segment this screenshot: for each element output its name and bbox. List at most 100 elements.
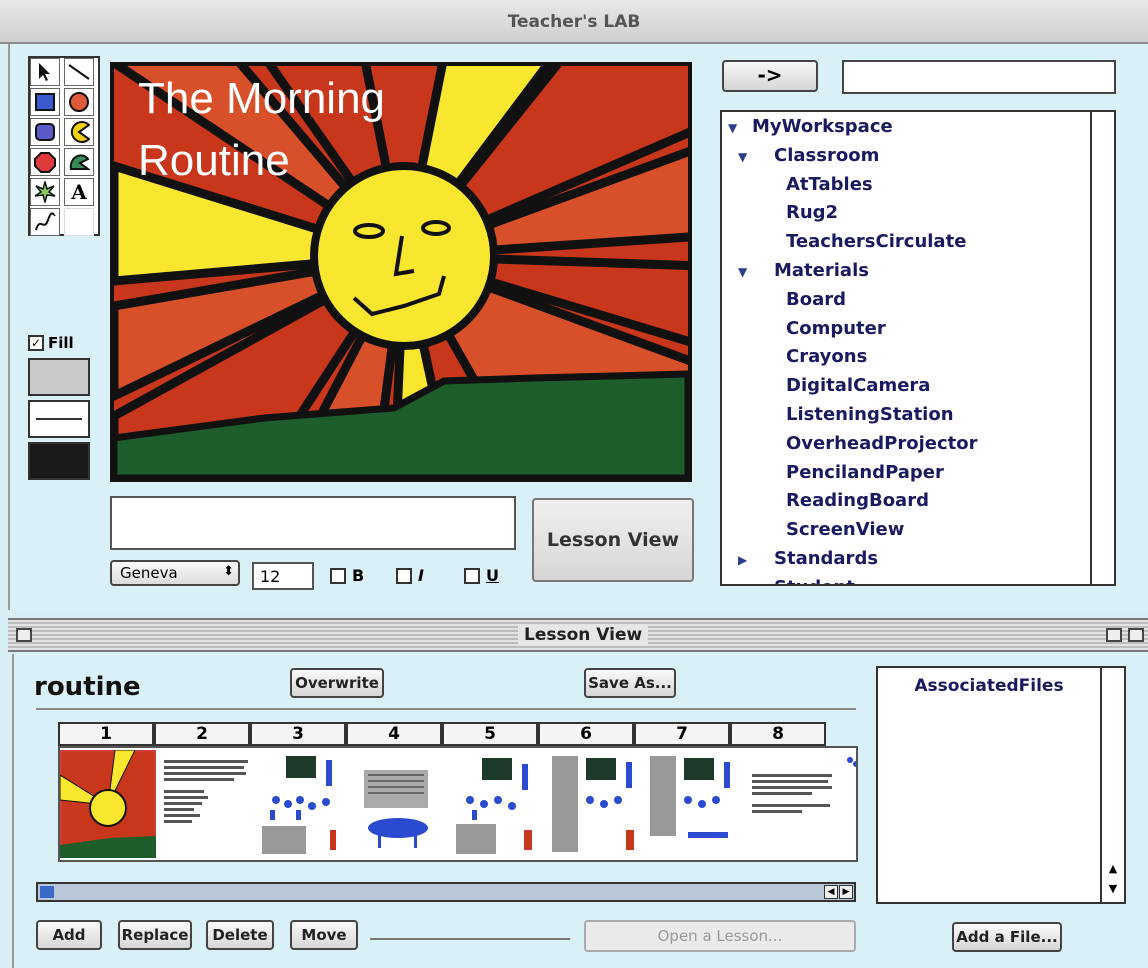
overwrite-button[interactable]: Overwrite [290, 668, 384, 698]
line-style-swatch[interactable] [28, 400, 90, 438]
tree-item[interactable]: Rug2 [786, 202, 838, 223]
oval-tool-icon[interactable] [64, 88, 94, 116]
slide-thumbnail[interactable] [60, 748, 158, 860]
italic-option[interactable]: I [396, 566, 424, 585]
tree-item[interactable]: TeachersCirculate [786, 231, 966, 252]
polygon-tool-icon[interactable] [30, 148, 60, 176]
tree-item[interactable]: Computer [786, 318, 886, 339]
empty-tool-slot [64, 208, 94, 236]
underline-option[interactable]: U [464, 566, 499, 585]
bold-checkbox[interactable] [330, 567, 346, 584]
tree-item[interactable]: ▶ Standards [738, 548, 878, 569]
slide-number[interactable]: 4 [346, 722, 442, 746]
associated-files-scrollbar[interactable]: ▲ ▼ [1100, 668, 1124, 902]
filmstrip-scrollbar[interactable]: ◀ ▶ [36, 882, 856, 902]
slide-thumbnail[interactable] [844, 750, 856, 858]
delete-button[interactable]: Delete [206, 920, 274, 950]
associated-files-list[interactable]: AssociatedFiles ▲ ▼ [876, 666, 1126, 904]
save-as-button[interactable]: Save As... [584, 668, 676, 698]
tree-item-label: PencilandPaper [786, 461, 944, 483]
scroll-thumb[interactable] [40, 886, 54, 898]
workspace-tree[interactable]: ▼ MyWorkspace ▼ Classroom AtTables Rug2 Teache… [720, 110, 1116, 586]
zoom-box-icon[interactable] [1106, 628, 1122, 642]
slide-number[interactable]: 6 [538, 722, 634, 746]
fill-toggle[interactable]: ✓ Fill [28, 334, 74, 352]
expanded-triangle-icon[interactable]: ▼ [728, 121, 752, 135]
tree-item[interactable]: ListeningStation [786, 404, 954, 425]
font-select[interactable]: Geneva ⬍ [110, 560, 240, 586]
stroke-color-swatch[interactable] [28, 442, 90, 480]
slide-thumbnail[interactable] [452, 750, 548, 858]
tree-item[interactable]: ▼ Classroom [738, 145, 879, 166]
scroll-left-icon[interactable]: ◀ [824, 885, 838, 899]
tree-item[interactable]: Board [786, 289, 846, 310]
rectangle-tool-icon[interactable] [30, 88, 60, 116]
slide-number[interactable]: 1 [58, 722, 154, 746]
slide-filmstrip[interactable] [58, 746, 858, 862]
lesson-view-titlebar[interactable]: Lesson View [8, 618, 1148, 652]
open-lesson-button[interactable]: Open a Lesson... [584, 920, 856, 952]
slide-number[interactable]: 5 [442, 722, 538, 746]
slide-text-field[interactable] [110, 496, 516, 550]
tree-scrollbar[interactable] [1090, 112, 1114, 584]
italic-checkbox[interactable] [396, 567, 412, 584]
expanded-triangle-icon[interactable]: ▼ [738, 150, 762, 164]
tree-item[interactable]: ReadingBoard [786, 490, 929, 511]
tree-item-label: TeachersCirculate [786, 231, 967, 253]
add-button[interactable]: Add [36, 920, 102, 950]
tree-item[interactable]: DigitalCamera [786, 375, 930, 396]
lesson-view-button[interactable]: Lesson View [532, 498, 694, 582]
add-file-button[interactable]: Add a File... [952, 922, 1062, 952]
lesson-name: routine [34, 672, 141, 702]
divider [36, 708, 856, 710]
slide-thumbnail[interactable] [746, 750, 842, 858]
collapse-box-icon[interactable] [1128, 628, 1144, 642]
slide-number[interactable]: 2 [154, 722, 250, 746]
slide-thumbnail[interactable] [158, 750, 254, 858]
go-button[interactable]: -> [722, 60, 818, 92]
title-bar[interactable]: Teacher's LAB [0, 0, 1148, 44]
curve-tool-icon[interactable] [30, 208, 60, 236]
font-size-field[interactable]: 12 [252, 562, 314, 590]
slide-number[interactable]: 3 [250, 722, 346, 746]
tree-item[interactable]: Student [738, 577, 855, 584]
scroll-down-icon[interactable]: ▼ [1104, 882, 1122, 900]
drawing-canvas[interactable]: The Morning Routine [110, 62, 692, 482]
slide-thumbnail[interactable] [256, 750, 352, 858]
tree-item[interactable]: AtTables [786, 174, 873, 195]
text-tool-icon[interactable]: A [64, 178, 94, 206]
arc-tool-icon[interactable] [64, 118, 94, 146]
line-tool-icon[interactable] [64, 58, 94, 86]
slide-number[interactable]: 8 [730, 722, 826, 746]
move-button[interactable]: Move [290, 920, 358, 950]
path-field[interactable] [842, 60, 1116, 94]
slide-number-header: 1 2 3 4 5 6 7 8 [58, 722, 858, 746]
tree-item[interactable]: Crayons [786, 346, 867, 367]
slide-number[interactable]: 7 [634, 722, 730, 746]
tree-item[interactable]: ▼ MyWorkspace [728, 116, 893, 137]
tree-item-label: Computer [786, 317, 886, 339]
lesson-view-body: routine Overwrite Save As... 1 2 3 4 5 6… [12, 654, 1148, 968]
close-box-icon[interactable] [16, 628, 32, 642]
tree-item[interactable]: OverheadProjector [786, 433, 978, 454]
collapsed-triangle-icon[interactable]: ▶ [738, 553, 762, 567]
bold-option[interactable]: B [330, 566, 364, 585]
expanded-triangle-icon[interactable]: ▼ [738, 265, 762, 279]
fill-checkbox[interactable]: ✓ [28, 335, 44, 351]
tree-item[interactable]: PencilandPaper [786, 462, 944, 483]
arrow-select-icon[interactable] [30, 58, 60, 86]
slide-thumbnail[interactable] [354, 750, 450, 858]
scroll-right-icon[interactable]: ▶ [839, 885, 853, 899]
freeform-shape-tool-icon[interactable] [64, 148, 94, 176]
scroll-up-icon[interactable]: ▲ [1104, 862, 1122, 880]
underline-checkbox[interactable] [464, 567, 480, 584]
starburst-tool-icon[interactable] [30, 178, 60, 206]
slide-thumbnail[interactable] [550, 750, 646, 858]
slide-thumbnail[interactable] [648, 750, 744, 858]
rounded-rect-tool-icon[interactable] [30, 118, 60, 146]
replace-button[interactable]: Replace [118, 920, 192, 950]
associated-files-header: AssociatedFiles [914, 676, 1064, 696]
fill-color-swatch[interactable] [28, 358, 90, 396]
tree-item[interactable]: ScreenView [786, 519, 904, 540]
tree-item[interactable]: ▼ Materials [738, 260, 869, 281]
